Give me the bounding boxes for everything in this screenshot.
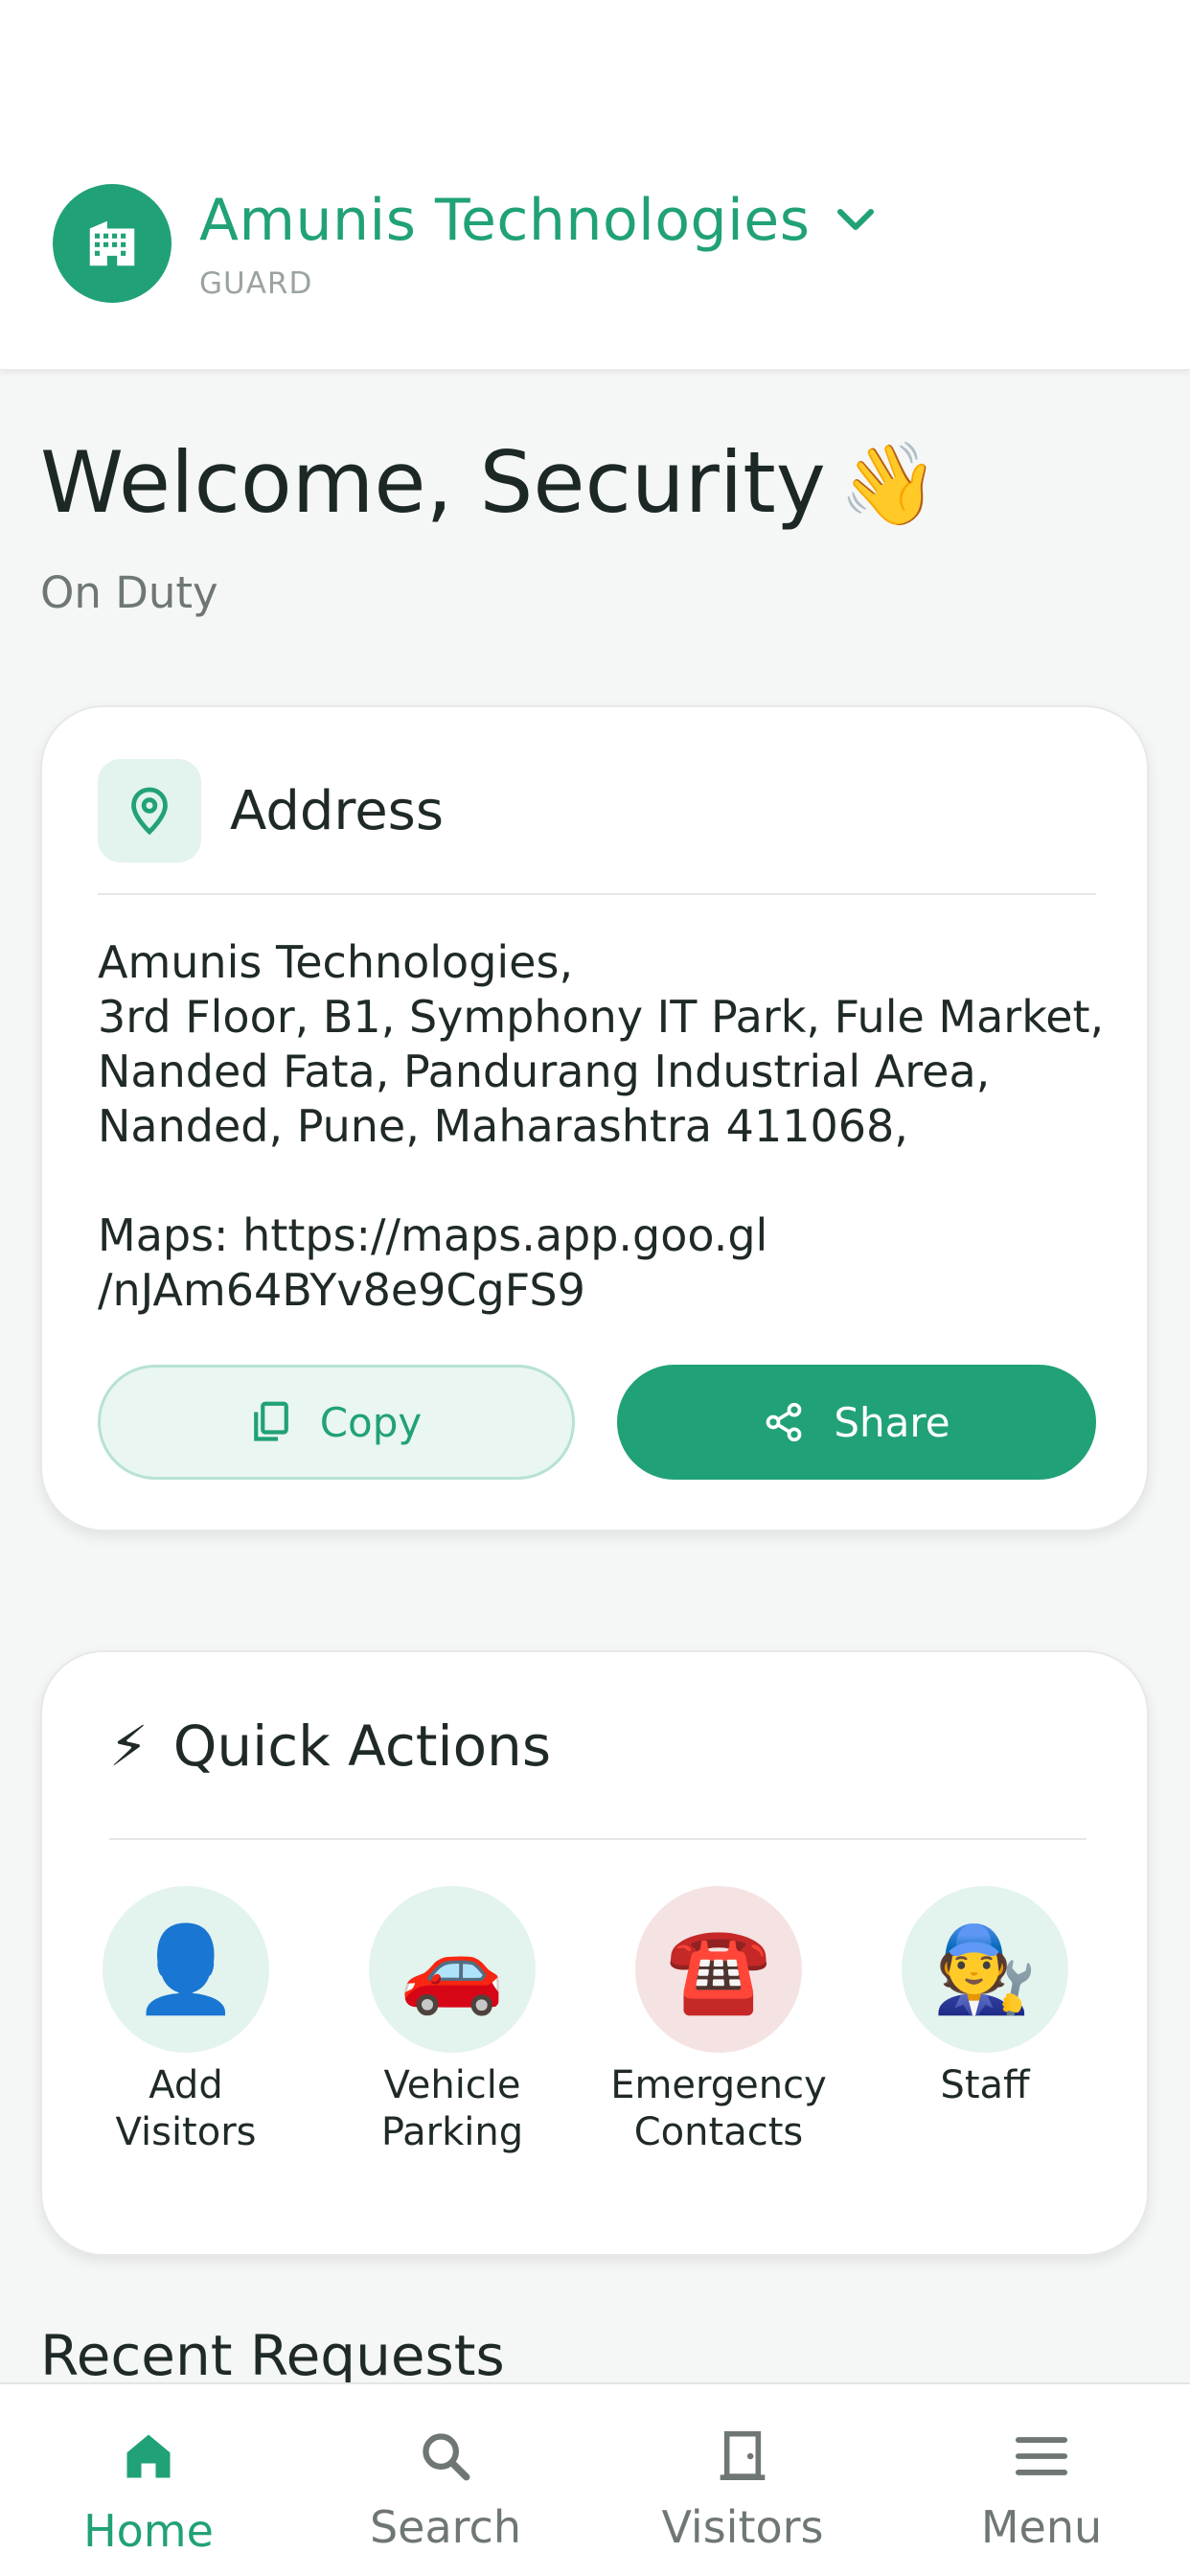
welcome-text: Welcome, Security [40,433,826,532]
address-card: Address Amunis Technologies, 3rd Floor, … [40,705,1149,1531]
nav-menu-label: Menu [980,2501,1103,2553]
quick-action-vehicle-parking[interactable]: 🚗 Vehicle Parking [328,1886,577,2156]
copy-button-label: Copy [319,1398,423,1446]
nav-home-label: Home [83,2505,214,2557]
building-icon[interactable] [53,184,172,303]
quick-action-emergency-contacts[interactable]: ☎️ Emergency Contacts [594,1886,843,2156]
mechanic-icon: 🧑‍🔧 [902,1886,1068,2053]
door-icon [716,2425,769,2488]
org-name: Amunis Technologies [199,187,811,254]
telephone-icon: ☎️ [635,1886,802,2053]
quick-action-label: Vehicle Parking [380,2063,524,2154]
recent-requests-title: Recent Requests [40,2323,505,2388]
menu-icon [1014,2425,1069,2488]
search-icon [418,2425,473,2488]
quick-action-label: Add Visitors [115,2063,257,2154]
duty-status: On Duty [40,567,218,618]
nav-menu[interactable]: Menu [893,2384,1190,2576]
copy-button[interactable]: Copy [98,1365,575,1480]
home-icon [120,2425,177,2488]
welcome-heading: Welcome, Security 👋 [40,433,939,532]
address-divider [98,893,1096,895]
org-switcher[interactable]: Amunis Technologies [199,184,875,257]
quick-action-label: Staff [940,2063,1030,2107]
share-button-label: Share [834,1398,950,1446]
nav-search[interactable]: Search [297,2384,594,2576]
person-icon: 👤 [103,1886,269,2053]
quick-action-staff[interactable]: 🧑‍🔧 Staff [860,1886,1110,2109]
share-icon [767,1402,802,1442]
nav-visitors-label: Visitors [661,2501,824,2553]
chevron-down-icon [836,208,875,237]
address-text: Amunis Technologies, 3rd Floor, B1, Symp… [98,936,1105,1316]
waving-hand-icon: 👋 [838,437,940,531]
nav-home[interactable]: Home [0,2384,297,2576]
parking-icon: 🚗 [369,1886,536,2053]
quick-action-add-visitors[interactable]: 👤 Add Visitors [61,1886,310,2156]
nav-visitors[interactable]: Visitors [594,2384,891,2576]
quick-actions-title: ⚡ Quick Actions [109,1714,551,1779]
quick-action-label: Emergency Contacts [610,2063,827,2154]
share-button[interactable]: Share [617,1365,1096,1480]
lightning-icon: ⚡ [109,1714,149,1779]
app-header: Amunis Technologies GUARD [0,0,1190,370]
copy-icon [253,1401,288,1441]
user-role: GUARD [199,266,313,301]
bottom-nav: Home Search Visitors Menu [0,2382,1190,2576]
quick-actions-title-text: Quick Actions [172,1714,552,1779]
home-screen: Amunis Technologies GUARD Welcome, Secur… [0,0,1190,2576]
location-pin-icon [98,759,201,862]
quick-actions-divider [109,1838,1087,1840]
address-title: Address [230,780,445,842]
nav-search-label: Search [369,2501,522,2553]
quick-actions-card: ⚡ Quick Actions 👤 Add Visitors 🚗 Vehicle… [40,1650,1149,2256]
